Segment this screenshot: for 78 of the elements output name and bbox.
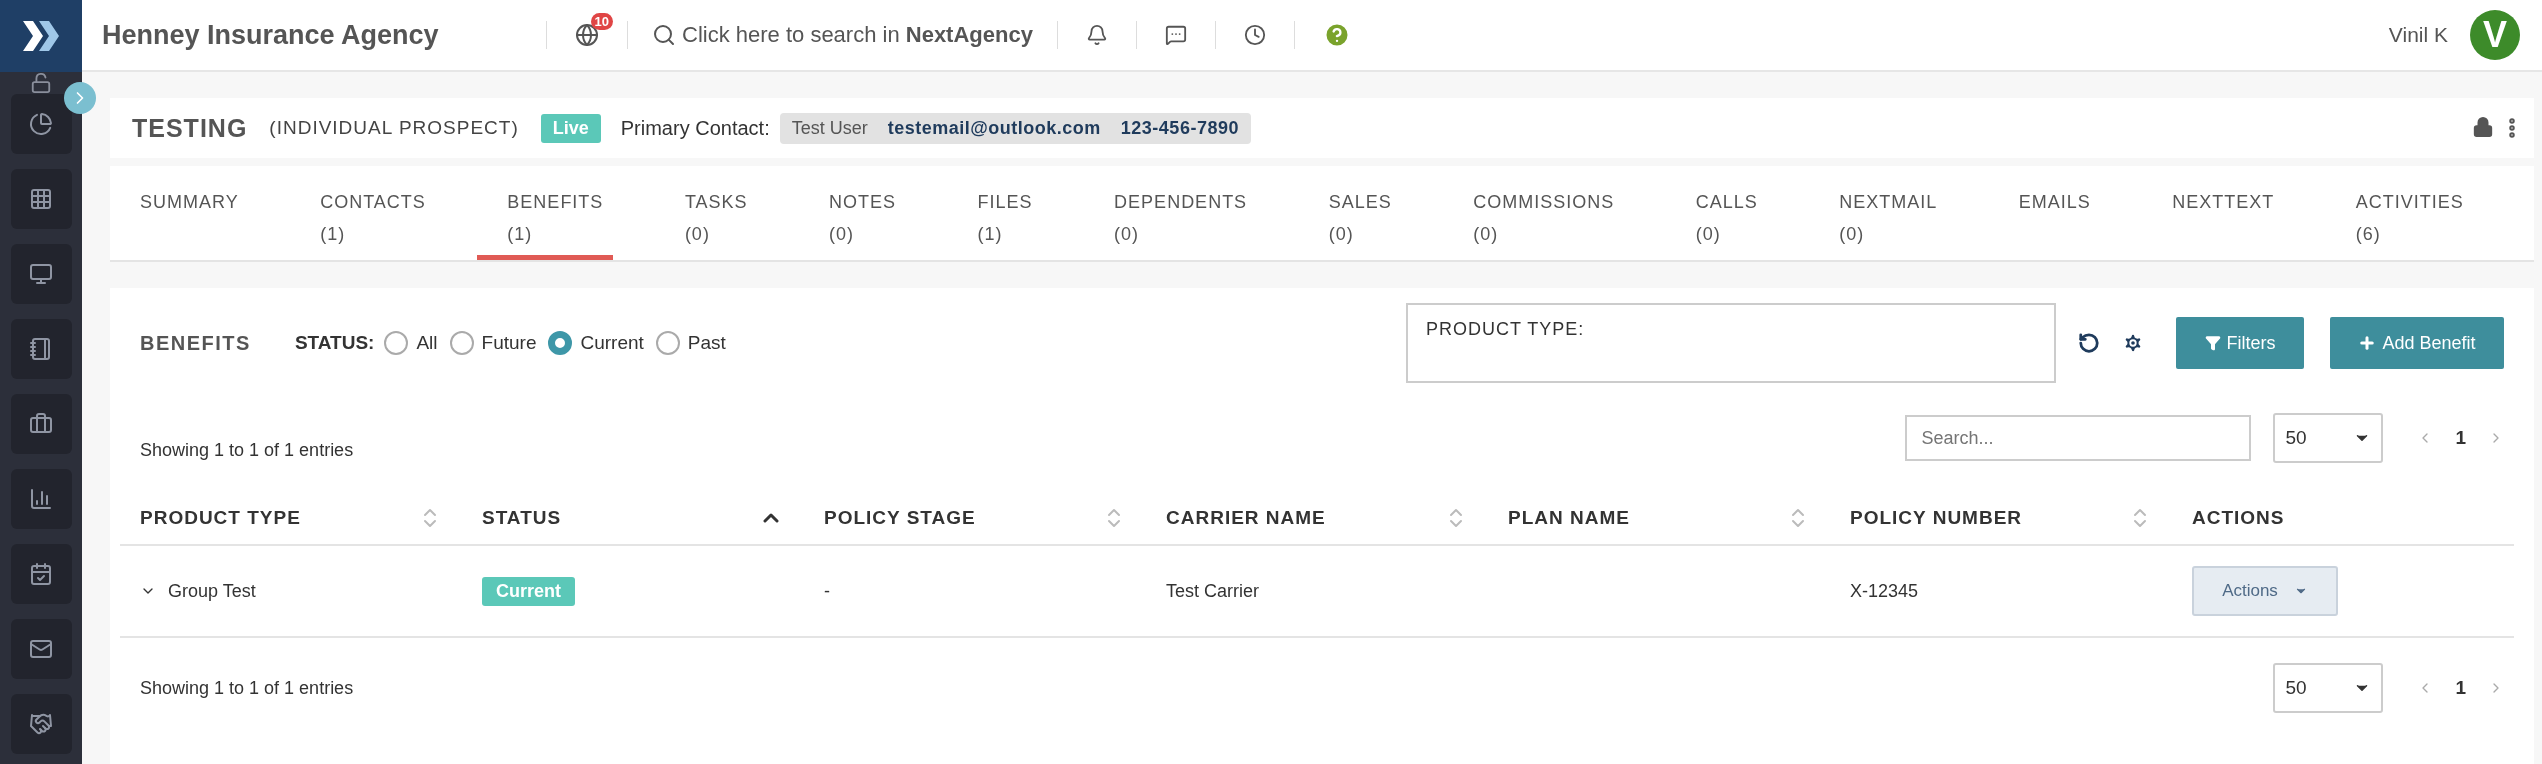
briefcase-icon[interactable] [10,394,72,454]
column-header[interactable]: PLAN NAME [1488,492,1830,546]
unlock-icon[interactable] [30,72,52,94]
primary-contact-label: Primary Contact: [620,116,770,140]
status-radio[interactable]: Past [655,331,726,355]
radio-button[interactable] [655,331,680,355]
record-type: (INDIVIDUAL PROSPECT) [269,117,519,139]
column-header[interactable]: ACTIONS [2172,492,2514,546]
product-type-text: Group Test [168,580,256,602]
page-number[interactable]: 1 [2455,427,2466,449]
page-size-select[interactable]: 50 [2273,413,2384,463]
notification-badge: 10 [590,13,613,30]
tab[interactable]: BENEFITS (1) [477,166,614,260]
logo-icon[interactable] [0,0,82,72]
tab[interactable]: SALES (0) [1298,166,1402,260]
radio-button[interactable] [449,331,474,355]
product-type-filter[interactable]: PRODUCT TYPE: [1406,303,2056,383]
notebook-icon[interactable] [10,319,72,379]
actions-button[interactable]: Actions [2192,566,2338,616]
table-cell: - [804,546,1146,638]
user-name: Vinil K [2388,23,2448,47]
column-header[interactable]: POLICY NUMBER [1830,492,2172,546]
mail-icon[interactable] [10,619,72,679]
column-header[interactable]: STATUS [462,492,804,546]
add-benefit-button[interactable]: Add Benefit [2330,317,2504,369]
table-search-field[interactable]: Search... [1905,415,2252,461]
filters-button[interactable]: Filters [2176,317,2304,369]
search-icon[interactable] [652,23,676,47]
section-title: BENEFITS [140,331,251,355]
entries-info: Showing 1 to 1 of 1 entries [140,677,354,699]
tab[interactable]: ACTIVITIES (6) [2325,166,2474,260]
radio-button[interactable] [548,331,573,355]
tab[interactable]: CONTACTS (1) [290,166,436,260]
bar-chart-icon[interactable] [10,469,72,529]
status-badge: Live [540,113,601,143]
tab[interactable]: EMAILS [1988,166,2101,260]
status-radio[interactable]: Future [449,331,537,355]
pie-chart-icon[interactable] [10,94,72,154]
global-search-link[interactable]: Click here to search in NextAgency [682,22,1033,48]
tab[interactable]: TASKS (0) [654,166,758,260]
column-header[interactable]: POLICY STAGE [804,492,1146,546]
settings-icon[interactable] [2122,332,2144,354]
grid-icon[interactable] [10,169,72,229]
contact-name: Test User [791,117,868,139]
lock-icon[interactable] [2472,116,2494,140]
reset-icon[interactable] [2078,332,2100,354]
sort-ascending-icon[interactable] [763,512,779,524]
plus-icon [2358,334,2377,352]
column-header[interactable]: CARRIER NAME [1146,492,1488,546]
radio-button[interactable] [384,331,409,355]
handshake-icon[interactable] [10,694,72,754]
record-name: TESTING [132,113,248,143]
status-radio[interactable]: All [384,331,438,355]
tab[interactable]: NEXTMAIL (0) [1809,166,1948,260]
tab[interactable]: COMMISSIONS (0) [1443,166,1625,260]
status-label: STATUS: [294,332,375,354]
status-badge: Current [482,576,575,606]
page-number[interactable]: 1 [2455,677,2466,699]
contact-phone: 123-456-7890 [1120,117,1239,139]
table-cell: X-12345 [1830,546,2172,638]
contact-email: testemail@outlook.com [887,117,1101,139]
monitor-icon[interactable] [10,244,72,304]
user-avatar[interactable]: V [2470,10,2520,60]
tab[interactable]: NOTES (0) [799,166,907,260]
calendar-check-icon[interactable] [10,544,72,604]
tab[interactable]: SUMMARY [110,166,249,260]
tab[interactable]: FILES (1) [947,166,1043,260]
tab[interactable]: DEPENDENTS (0) [1084,166,1258,260]
agency-name: Henney Insurance Agency [102,19,440,51]
tab[interactable]: CALLS (0) [1665,166,1768,260]
column-header[interactable]: PRODUCT TYPE [120,492,462,546]
filter-icon [2204,335,2221,351]
page-size-select[interactable]: 50 [2273,663,2384,713]
table-cell: Test Carrier [1146,546,1488,638]
tab[interactable]: NEXTTEXT [2142,166,2285,260]
expand-sidebar-button[interactable] [64,82,96,114]
status-radio[interactable]: Current [548,331,644,355]
entries-info: Showing 1 to 1 of 1 entries [140,439,354,461]
